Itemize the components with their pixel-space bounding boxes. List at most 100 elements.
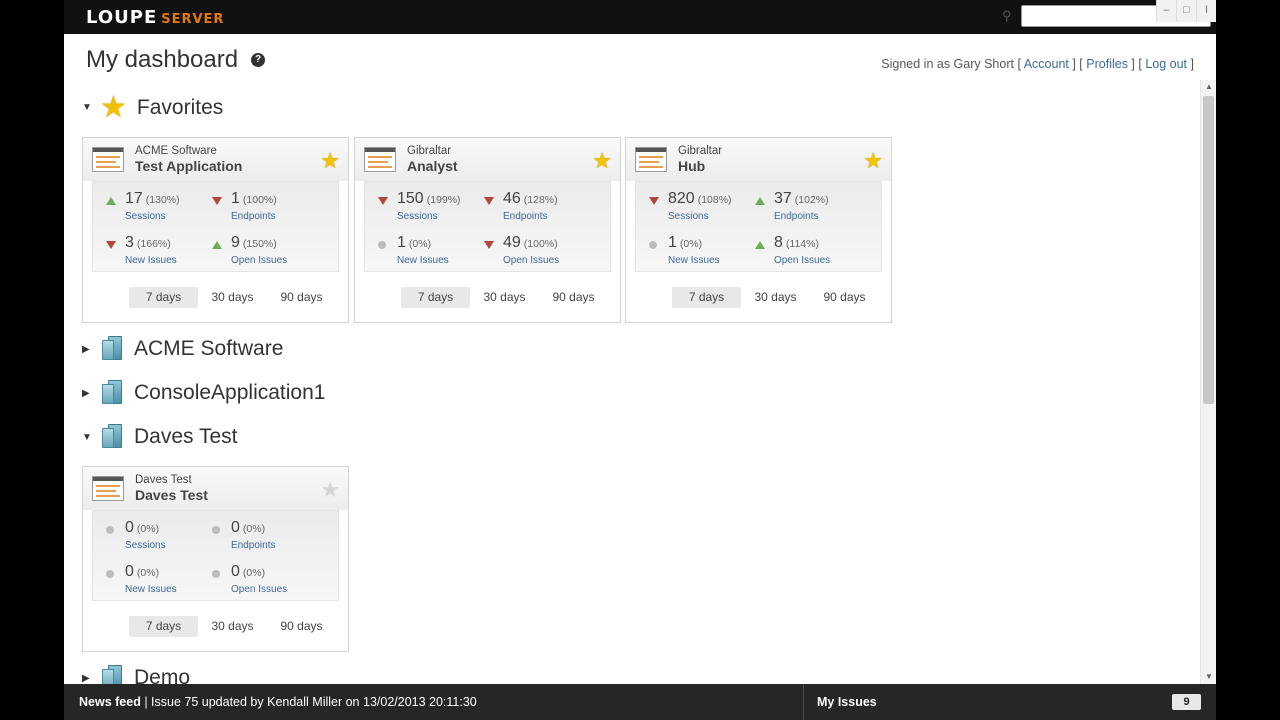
collapse-arrow-icon[interactable]: ▶	[82, 344, 94, 355]
expand-arrow-icon[interactable]: ▼	[82, 432, 94, 443]
stat-label[interactable]: Sessions	[668, 211, 709, 222]
stat-value: 9 (150%)	[231, 234, 277, 251]
maximize-button[interactable]: □	[1176, 0, 1196, 22]
section-acme-software[interactable]: ▶ ACME Software	[82, 336, 283, 362]
stat-label[interactable]: Sessions	[125, 540, 166, 551]
stat-label[interactable]: New Issues	[668, 255, 720, 266]
card-stats: 0 (0%) Sessions 0 (0%) Endpoints 0 (0%) New Issu…	[92, 510, 339, 601]
stat-label[interactable]: Endpoints	[503, 211, 547, 222]
application-icon	[364, 147, 396, 172]
close-button[interactable]: I	[1196, 0, 1216, 22]
stat-label[interactable]: Sessions	[397, 211, 438, 222]
news-feed-label: News feed	[79, 695, 141, 709]
favorite-star-icon[interactable]: ★	[320, 477, 340, 503]
trend-flat-icon	[212, 526, 220, 534]
stat-label[interactable]: Open Issues	[774, 255, 830, 266]
scroll-up-icon[interactable]: ▲	[1201, 80, 1216, 94]
collapse-arrow-icon[interactable]: ▶	[82, 673, 94, 684]
stat-value: 49 (100%)	[503, 234, 558, 251]
stat-label[interactable]: Open Issues	[503, 255, 559, 266]
trend-down-icon	[212, 197, 222, 205]
server-icon	[102, 380, 124, 406]
stat-label[interactable]: Endpoints	[231, 540, 275, 551]
window-controls: – □ I	[1156, 0, 1216, 22]
favorite-star-icon[interactable]: ★	[592, 148, 612, 174]
stat-percent: (199%)	[426, 194, 461, 206]
help-icon[interactable]: ?	[251, 53, 265, 67]
card-header: Gibraltar Hub ★	[626, 138, 891, 181]
app-card[interactable]: Gibraltar Analyst ★ 150 (199%) Sessions 46 (128…	[354, 137, 621, 323]
profiles-link[interactable]: Profiles	[1086, 57, 1128, 71]
my-issues-link[interactable]: My Issues	[817, 695, 877, 709]
stat-label[interactable]: Open Issues	[231, 255, 287, 266]
section-demo[interactable]: ▶ Demo	[82, 665, 190, 684]
application-icon	[92, 476, 124, 501]
period-option[interactable]: 30 days	[470, 287, 539, 308]
period-selector: 7 days 30 days 90 days	[129, 616, 336, 637]
app-card[interactable]: Daves Test Daves Test ★ 0 (0%) Sessions 0 (0%) E…	[82, 466, 349, 652]
period-option[interactable]: 90 days	[267, 616, 336, 637]
collapse-arrow-icon[interactable]: ▶	[82, 388, 94, 399]
card-app-name[interactable]: Hub	[678, 158, 705, 174]
stat-percent: (130%)	[145, 194, 180, 206]
section-consoleapplication1[interactable]: ▶ ConsoleApplication1	[82, 380, 325, 406]
main-content: My dashboard ? Signed in as Gary Short […	[64, 34, 1216, 684]
favorite-star-icon[interactable]: ★	[863, 148, 883, 174]
trend-up-icon	[755, 241, 765, 249]
loupe-logo[interactable]: LOUPE SERVER	[86, 7, 224, 28]
period-option[interactable]: 30 days	[198, 287, 267, 308]
period-option[interactable]: 30 days	[741, 287, 810, 308]
issue-count-badge[interactable]: 9	[1172, 694, 1201, 710]
card-app-name[interactable]: Analyst	[407, 158, 458, 174]
section-title: Demo	[134, 666, 191, 684]
minimize-button[interactable]: –	[1156, 0, 1176, 22]
period-option[interactable]: 7 days	[129, 616, 198, 637]
star-icon: ★	[100, 91, 127, 124]
app-card[interactable]: Gibraltar Hub ★ 820 (108%) Sessions 37 (102%) En…	[625, 137, 892, 323]
logout-link[interactable]: Log out	[1145, 57, 1187, 71]
trend-down-icon	[378, 197, 388, 205]
favorite-star-icon[interactable]: ★	[320, 148, 340, 174]
server-icon	[102, 665, 124, 684]
period-option[interactable]: 90 days	[810, 287, 879, 308]
page-title: My dashboard	[86, 46, 239, 73]
news-feed-text: | Issue 75 updated by Kendall Miller on …	[144, 695, 477, 709]
card-app-name[interactable]: Daves Test	[135, 487, 208, 503]
trend-down-icon	[649, 197, 659, 205]
stat-label[interactable]: New Issues	[125, 584, 177, 595]
stat-value: 8 (114%)	[774, 234, 819, 251]
application-icon	[635, 147, 667, 172]
stat-percent: (0%)	[136, 523, 160, 535]
app-card[interactable]: ACME Software Test Application ★ 17 (130%) Se…	[82, 137, 349, 323]
card-header: ACME Software Test Application ★	[83, 138, 348, 181]
scroll-thumb[interactable]	[1203, 96, 1214, 404]
period-option[interactable]: 90 days	[539, 287, 608, 308]
scroll-down-icon[interactable]: ▼	[1201, 670, 1216, 684]
period-selector: 7 days 30 days 90 days	[672, 287, 879, 308]
trend-down-icon	[484, 241, 494, 249]
period-option[interactable]: 90 days	[267, 287, 336, 308]
stat-label[interactable]: Open Issues	[231, 584, 287, 595]
trend-down-icon	[106, 241, 116, 249]
stat-label[interactable]: Endpoints	[774, 211, 818, 222]
period-option[interactable]: 7 days	[401, 287, 470, 308]
section-daves-test[interactable]: ▼ Daves Test	[82, 424, 238, 450]
news-feed[interactable]: News feed | Issue 75 updated by Kendall …	[79, 695, 477, 709]
stat-label[interactable]: Sessions	[125, 211, 166, 222]
period-option[interactable]: 30 days	[198, 616, 267, 637]
stat-percent: (128%)	[523, 194, 558, 206]
vertical-scrollbar[interactable]: ▲ ▼	[1200, 80, 1216, 684]
card-header: Gibraltar Analyst ★	[355, 138, 620, 181]
stat-label[interactable]: New Issues	[125, 255, 177, 266]
stat-label[interactable]: Endpoints	[231, 211, 275, 222]
stat-value: 46 (128%)	[503, 190, 558, 207]
period-option[interactable]: 7 days	[129, 287, 198, 308]
section-favorites[interactable]: ▼ ★ Favorites	[82, 90, 223, 125]
account-link[interactable]: Account	[1024, 57, 1069, 71]
expand-arrow-icon[interactable]: ▼	[82, 102, 94, 113]
stat-label[interactable]: New Issues	[397, 255, 449, 266]
card-app-name[interactable]: Test Application	[135, 158, 242, 174]
period-option[interactable]: 7 days	[672, 287, 741, 308]
section-title: Daves Test	[134, 425, 238, 448]
trend-up-icon	[106, 197, 116, 205]
